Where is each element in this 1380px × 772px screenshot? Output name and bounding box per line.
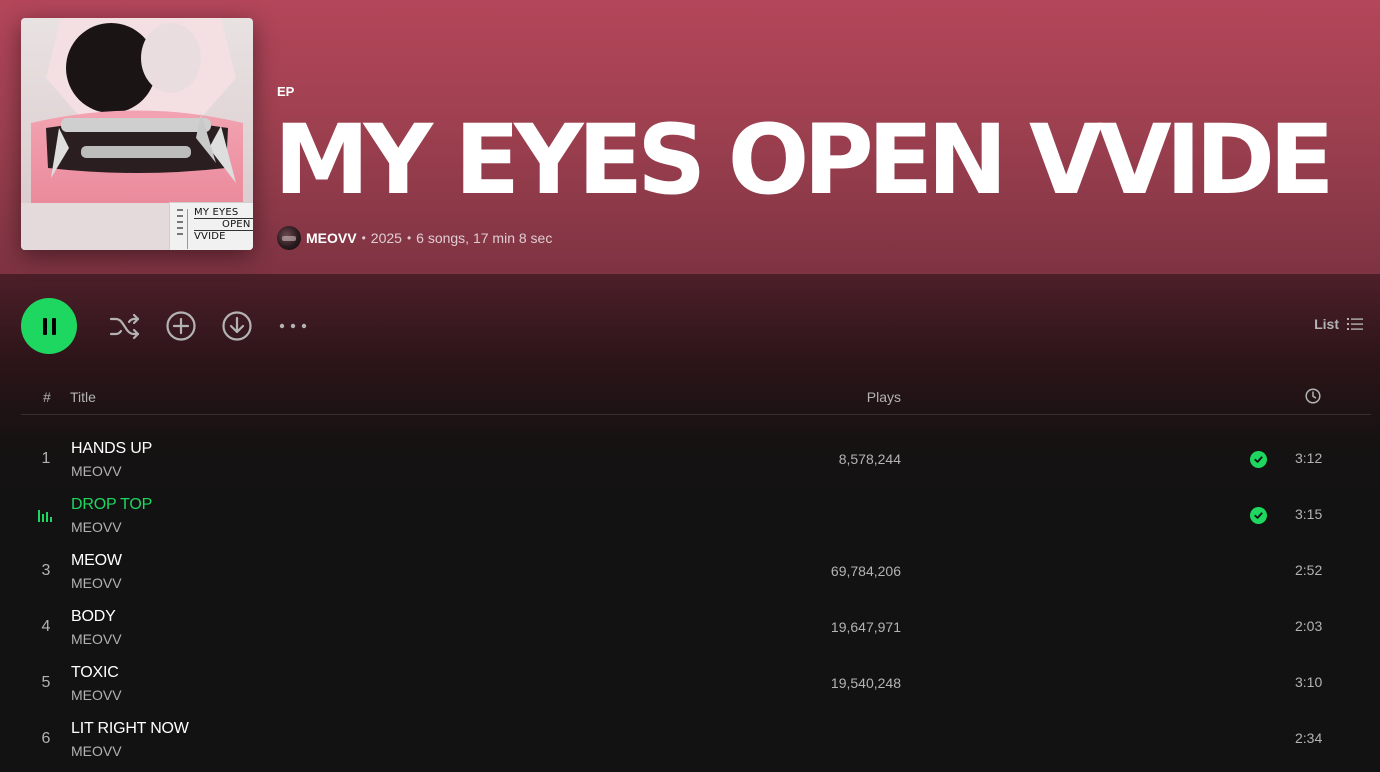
track-title[interactable]: BODY (71, 608, 116, 626)
track-artist[interactable]: MEOVV (71, 631, 122, 647)
meta-separator: • (406, 231, 412, 245)
track-duration: 2:34 (1295, 730, 1323, 746)
track-row-playing[interactable]: DROP TOP MEOVV 3:15 (21, 488, 1371, 544)
more-icon (279, 323, 307, 329)
track-number: 4 (41, 618, 51, 635)
track-plays: 69,784,206 (830, 563, 901, 579)
cover-title-card: MY EYES OPEN VVIDE (169, 202, 253, 250)
add-to-library-button[interactable] (165, 310, 197, 342)
track-artist[interactable]: MEOVV (71, 463, 122, 479)
track-number: 1 (41, 450, 51, 467)
pause-icon (51, 317, 56, 335)
track-duration: 3:12 (1295, 450, 1323, 466)
track-title[interactable]: DROP TOP (71, 496, 152, 514)
shuffle-icon (109, 313, 140, 340)
artist-avatar[interactable] (277, 226, 301, 250)
track-duration: 3:10 (1295, 674, 1323, 690)
track-row[interactable]: 4 BODY MEOVV 19,647,971 2:03 (21, 600, 1371, 656)
track-title[interactable]: LIT RIGHT NOW (71, 720, 189, 738)
header-number: # (43, 389, 51, 405)
saved-check-icon[interactable] (1250, 507, 1267, 524)
track-title[interactable]: HANDS UP (71, 440, 152, 458)
view-label: List (1314, 316, 1339, 332)
pause-button[interactable] (21, 298, 77, 354)
equalizer-icon (38, 508, 54, 527)
list-icon (1347, 318, 1363, 330)
track-number: 6 (41, 730, 51, 747)
view-toggle[interactable]: List (1314, 316, 1363, 332)
track-number: 3 (41, 562, 51, 579)
track-duration: 2:03 (1295, 618, 1323, 634)
track-title[interactable]: TOXIC (71, 664, 119, 682)
track-plays: 8,578,244 (838, 451, 901, 467)
album-cover[interactable]: MY EYES OPEN VVIDE (21, 18, 253, 250)
track-plays: 19,647,971 (830, 619, 901, 635)
track-artist[interactable]: MEOVV (71, 575, 122, 591)
header-title: Title (70, 389, 96, 405)
track-row[interactable]: 5 TOXIC MEOVV 19,540,248 3:10 (21, 656, 1371, 712)
track-row[interactable]: 6 LIT RIGHT NOW MEOVV 2:34 (21, 712, 1371, 768)
track-plays: 19,540,248 (830, 675, 901, 691)
download-button[interactable] (221, 310, 253, 342)
cover-text-line1: MY EYES (194, 207, 239, 218)
clock-icon (1305, 388, 1321, 404)
album-type-label: EP (277, 84, 295, 99)
cover-text-line2: OPEN (222, 219, 251, 230)
shuffle-button[interactable] (109, 310, 141, 342)
track-duration: 3:15 (1295, 506, 1323, 522)
track-title[interactable]: MEOW (71, 552, 122, 570)
track-artist[interactable]: MEOVV (71, 687, 122, 703)
artist-link[interactable]: MEOVV (306, 230, 357, 246)
track-artist[interactable]: MEOVV (71, 519, 122, 535)
tracklist-header: # Title Plays (21, 384, 1371, 415)
cover-text-line3: VVIDE (194, 231, 226, 242)
album-meta: MEOVV • 2025 • 6 songs, 17 min 8 sec (277, 226, 552, 250)
saved-check-icon[interactable] (1250, 451, 1267, 468)
track-row[interactable]: 1 HANDS UP MEOVV 8,578,244 3:12 (21, 432, 1371, 488)
header-plays: Plays (866, 389, 901, 405)
track-row[interactable]: 3 MEOW MEOVV 69,784,206 2:52 (21, 544, 1371, 600)
more-options-button[interactable] (277, 310, 309, 342)
track-duration: 2:52 (1295, 562, 1323, 578)
album-summary: 6 songs, 17 min 8 sec (416, 230, 553, 246)
album-year: 2025 (370, 230, 402, 246)
album-title: MY EYES OPEN VVIDE (274, 104, 1335, 216)
duration-header (1305, 388, 1321, 407)
download-icon (222, 311, 252, 341)
add-circle-icon (166, 311, 196, 341)
track-number: 5 (41, 674, 51, 691)
track-artist[interactable]: MEOVV (71, 743, 122, 759)
pause-icon (42, 317, 47, 335)
meta-separator: • (361, 231, 366, 245)
